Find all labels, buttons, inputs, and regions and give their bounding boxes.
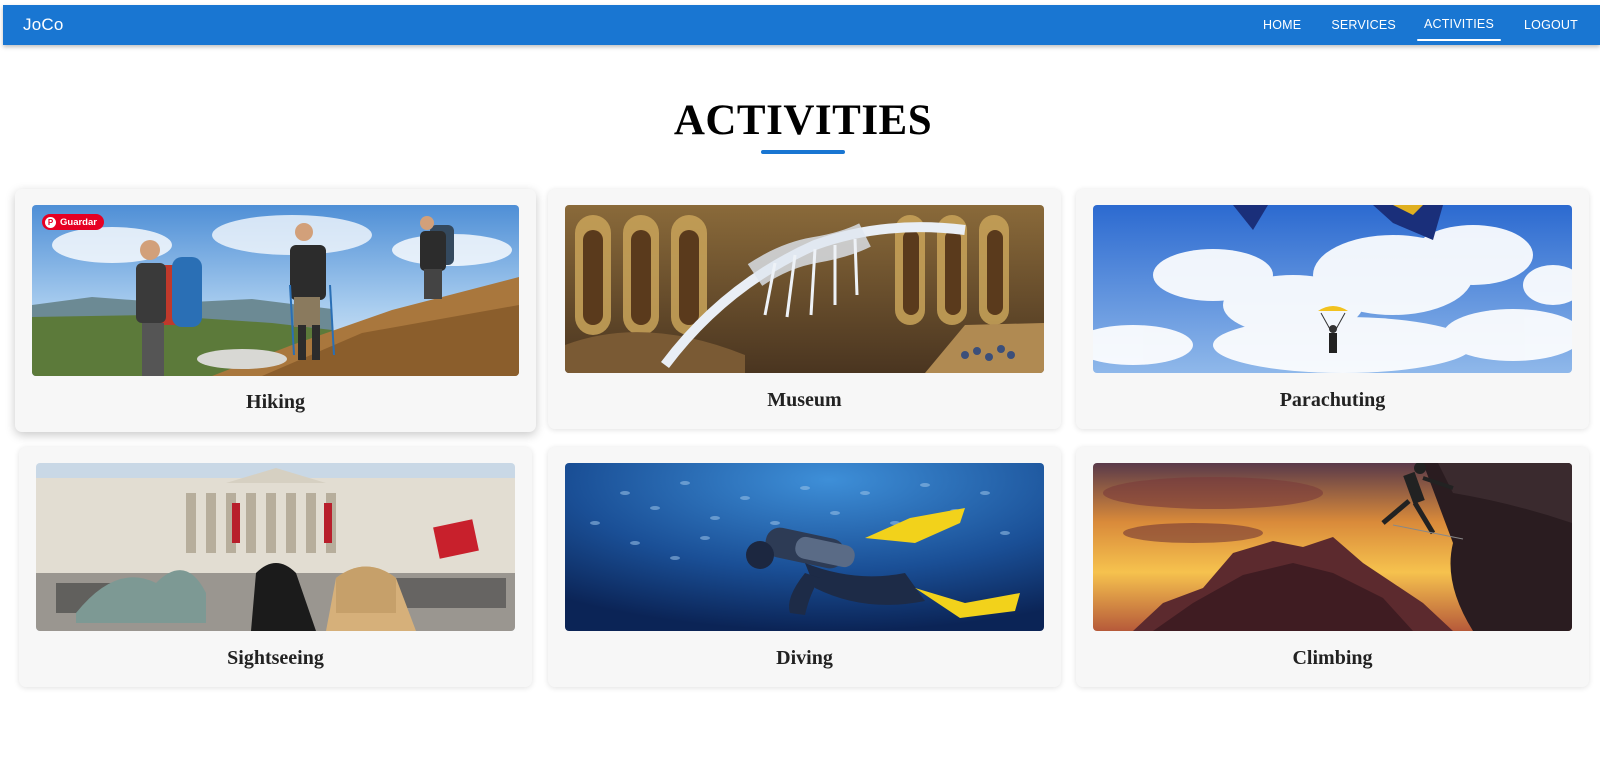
nav-services[interactable]: SERVICES (1318, 5, 1409, 45)
hiking-photo: P Guardar (32, 205, 519, 376)
activity-title: Hiking (246, 391, 305, 413)
nav-activities[interactable]: ACTIVITIES (1411, 4, 1507, 44)
nav-logout[interactable]: LOGOUT (1511, 5, 1591, 45)
activity-title: Diving (776, 647, 833, 669)
top-nav: HOME SERVICES ACTIVITIES LOGOUT (1250, 5, 1600, 45)
sightseeing-photo (36, 463, 515, 631)
diving-photo (565, 463, 1044, 631)
pinterest-save-button[interactable]: P Guardar (42, 214, 104, 230)
pinterest-save-label: Guardar (60, 216, 97, 228)
activity-card-sightseeing[interactable]: Sightseeing (19, 447, 532, 687)
activity-title: Sightseeing (227, 647, 324, 669)
activity-title: Museum (767, 389, 842, 411)
activity-card-museum[interactable]: Museum (548, 189, 1061, 429)
activity-title: Parachuting (1279, 389, 1386, 411)
page-title: ACTIVITIES (673, 97, 933, 144)
activity-card-diving[interactable]: Diving (548, 447, 1061, 687)
parachuting-photo (1093, 205, 1572, 373)
brand-logo[interactable]: JoCo (23, 15, 64, 35)
museum-photo (565, 205, 1044, 373)
activity-card-parachuting[interactable]: Parachuting (1076, 189, 1589, 429)
title-underline (761, 150, 845, 154)
activity-title: Climbing (1292, 647, 1373, 669)
activity-card-climbing[interactable]: Climbing (1076, 447, 1589, 687)
app-bar: JoCo HOME SERVICES ACTIVITIES LOGOUT (3, 5, 1600, 45)
activity-card-hiking[interactable]: P Guardar Hiking (15, 189, 536, 432)
pinterest-icon: P (45, 216, 56, 228)
nav-home[interactable]: HOME (1250, 5, 1314, 45)
climbing-photo (1093, 463, 1572, 631)
